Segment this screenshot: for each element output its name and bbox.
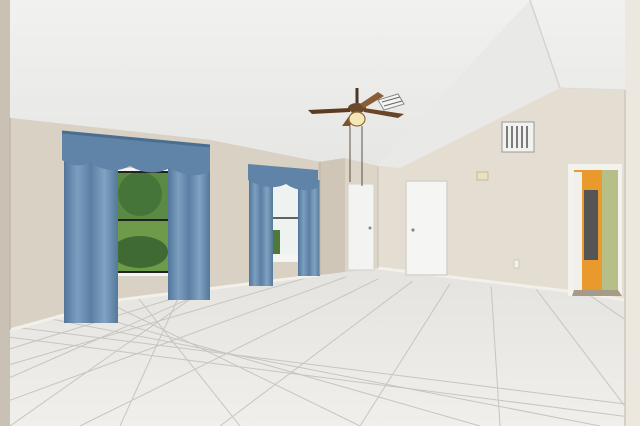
wall-left-edge (0, 0, 10, 426)
wall-bump (318, 158, 345, 276)
room-illustration (0, 0, 640, 426)
interior-door (405, 180, 448, 276)
wall-outlet (513, 259, 520, 269)
hallway-doorway (568, 164, 622, 296)
room-photo (0, 0, 640, 426)
thermostat (476, 171, 489, 181)
air-vent-wall (501, 121, 535, 153)
closet-door (347, 183, 375, 271)
wall-right-edge (625, 0, 640, 426)
